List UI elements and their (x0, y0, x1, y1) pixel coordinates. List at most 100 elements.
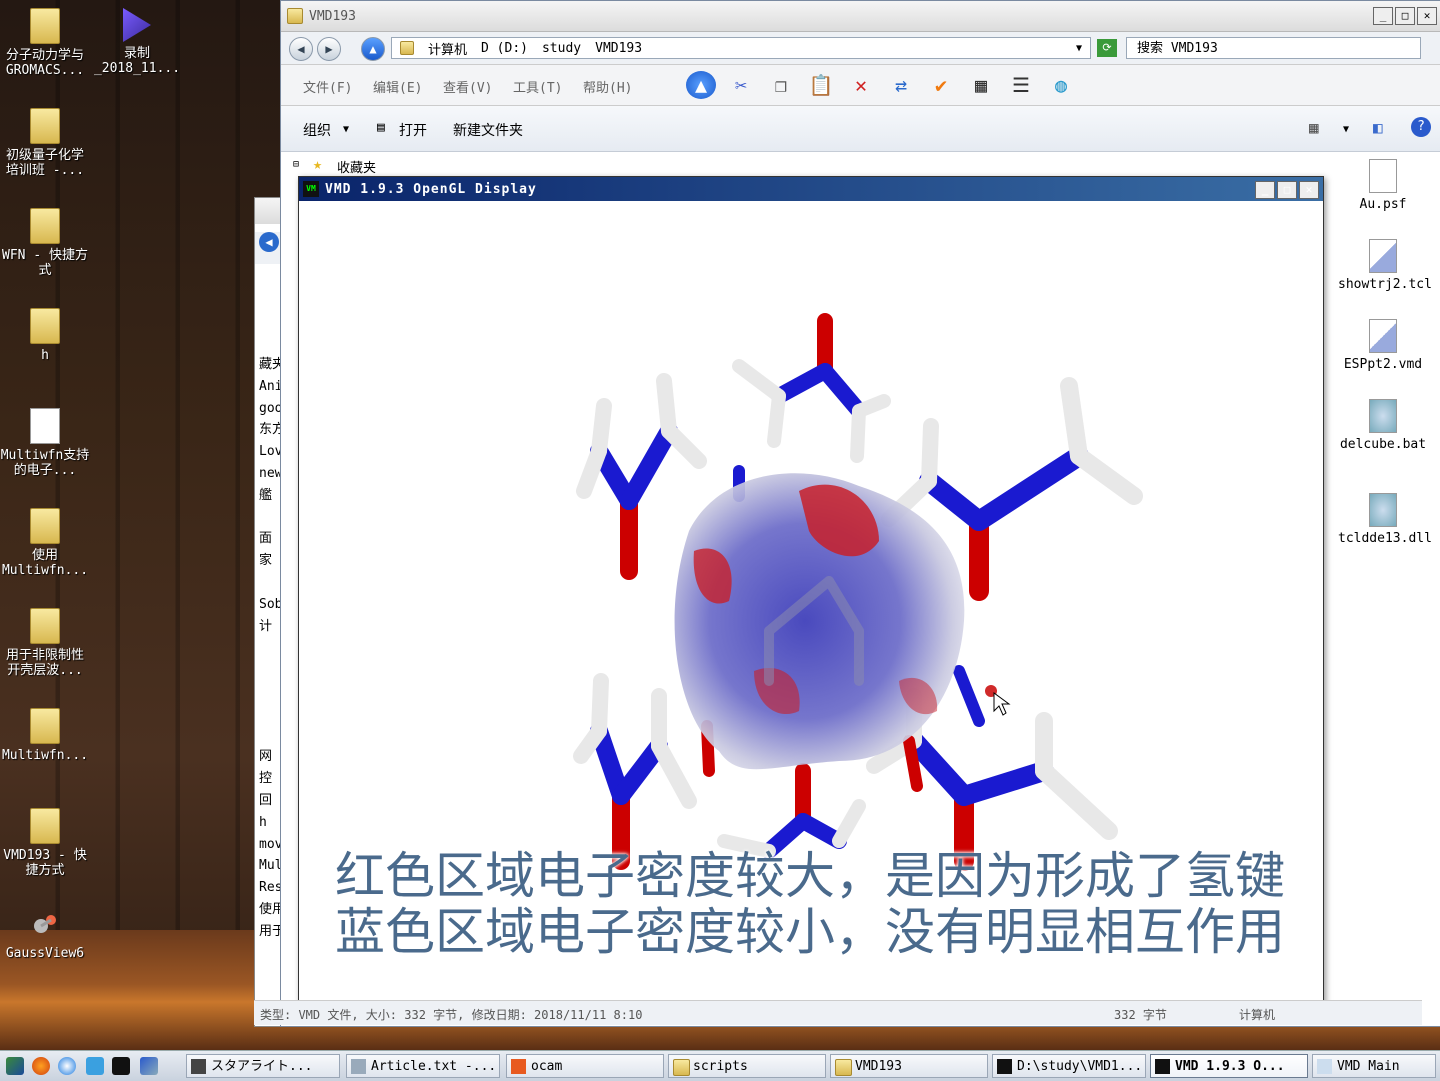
browser-icon[interactable] (58, 1057, 76, 1075)
desktop-icon-gaussview[interactable]: GaussView6 (0, 908, 90, 961)
organize-button[interactable]: 组织 (303, 120, 331, 140)
file-item[interactable]: tcldde13.dll (1338, 493, 1432, 546)
desktop-icon-h[interactable]: h (0, 308, 90, 363)
bond-co (903, 735, 923, 792)
up-icon[interactable]: ▲ (686, 71, 716, 99)
open-button[interactable]: 打开 (399, 120, 427, 140)
globe-icon[interactable]: ◍ (1046, 71, 1076, 99)
folder-icon (30, 608, 60, 644)
batch-file-gear-icon (1369, 399, 1397, 433)
menu-bar: 文件(F) 编辑(E) 查看(V) 工具(T) 帮助(H) ▲ ✂ ❐ 📋 ✕ … (281, 65, 1440, 106)
network-icon[interactable] (140, 1057, 158, 1075)
bond-nh (661, 423, 707, 469)
folder-icon (30, 8, 60, 44)
grid-view-icon[interactable]: ▦ (966, 71, 996, 99)
chevron-down-icon[interactable]: ▼ (1076, 43, 1082, 54)
notepad-icon (351, 1059, 366, 1074)
bond-nh (852, 394, 891, 418)
close-button[interactable]: ✕ (1417, 7, 1437, 25)
file-item[interactable]: showtrj2.tcl (1338, 239, 1432, 292)
task-vmd193[interactable]: VMD193 (830, 1054, 988, 1078)
sync-icon[interactable]: ⇄ (886, 71, 916, 99)
desktop-icon-wfn[interactable]: WFN - 快捷方式 (0, 208, 90, 278)
forward-button[interactable]: ▶ (317, 37, 341, 61)
vmd-quicklaunch-icon[interactable] (112, 1057, 130, 1075)
task-vmd-main[interactable]: VMD Main (1312, 1054, 1436, 1078)
show-desktop-icon[interactable] (6, 1057, 24, 1075)
vmd-titlebar[interactable]: VM VMD 1.9.3 OpenGL Display _ □ ✕ (299, 177, 1323, 201)
breadcrumb-computer[interactable]: 计算机 (428, 39, 467, 58)
menu-tools[interactable]: 工具(T) (513, 77, 562, 96)
bond-cn (954, 761, 1054, 806)
desktop-icon-recording[interactable]: 录制_2018_11... (92, 8, 182, 76)
desktop-icon-multiwfn-doc[interactable]: Multiwfn支持的电子... (0, 408, 90, 478)
toolbar-icons: ▲ ✂ ❐ 📋 ✕ ⇄ ✔ ▦ ☰ ◍ (686, 71, 1076, 99)
new-folder-button[interactable]: 新建文件夹 (453, 120, 523, 140)
task-scripts[interactable]: scripts (668, 1054, 826, 1078)
refresh-icon[interactable]: ⟳ (1097, 39, 1117, 57)
preview-pane-icon[interactable]: ◧ (1373, 118, 1383, 137)
paste-icon[interactable]: 📋 (806, 71, 836, 99)
minimize-button[interactable]: _ (1373, 7, 1393, 25)
open-file-icon: ▤ (377, 120, 385, 135)
file-item[interactable]: Au.psf (1338, 159, 1428, 212)
cut-icon[interactable]: ✂ (726, 71, 756, 99)
folder-icon (30, 508, 60, 544)
bond-nh (573, 723, 607, 764)
bond-cn (919, 471, 989, 531)
menu-edit[interactable]: 编辑(E) (373, 77, 422, 96)
bond-nh (921, 418, 939, 489)
breadcrumb-study[interactable]: study (542, 41, 581, 56)
task-ocam[interactable]: ocam (506, 1054, 664, 1078)
breadcrumb-vmd193[interactable]: VMD193 (595, 41, 642, 56)
search-input[interactable]: 搜索 VMD193 (1126, 37, 1421, 59)
folder-icon (30, 308, 60, 344)
collapse-icon[interactable]: ⊟ (293, 159, 299, 170)
task-vmd-console[interactable]: D:\study\VMD1... (992, 1054, 1146, 1078)
back-arrow-icon[interactable]: ◀ (259, 232, 279, 252)
desktop-icon-qc-course[interactable]: 初级量子化学培训班 -... (0, 108, 90, 178)
firefox-icon[interactable] (32, 1057, 50, 1075)
chevron-down-icon[interactable]: ▼ (343, 124, 349, 135)
desktop-icon-gromacs[interactable]: 分子动力学与GROMACS... (0, 8, 90, 78)
maximize-button[interactable]: □ (1277, 181, 1297, 199)
back-button[interactable]: ◀ (289, 37, 313, 61)
delete-icon[interactable]: ✕ (846, 71, 876, 99)
tcl-script-icon (1369, 239, 1397, 273)
desktop-icon-vmd193[interactable]: VMD193 - 快捷方式 (0, 808, 90, 878)
task-article[interactable]: Article.txt -... (346, 1054, 500, 1078)
folder-shortcut-icon (30, 808, 60, 844)
maximize-button[interactable]: □ (1395, 7, 1415, 25)
menu-help[interactable]: 帮助(H) (583, 77, 632, 96)
copy-icon[interactable]: ❐ (766, 71, 796, 99)
list-view-icon[interactable]: ☰ (1006, 71, 1036, 99)
file-item[interactable]: delcube.bat (1338, 399, 1428, 452)
view-options-icon[interactable]: ▦ (1309, 118, 1319, 137)
up-button[interactable]: ▲ (361, 37, 385, 61)
menu-file[interactable]: 文件(F) (303, 77, 352, 96)
breadcrumb[interactable]: 计算机 D (D:) study VMD193 ▼ (391, 37, 1091, 59)
checkmark-icon[interactable]: ✔ (926, 71, 956, 99)
status-size: 332 字节 (1114, 1008, 1167, 1022)
task-vmd-display[interactable]: VMD 1.9.3 O... (1150, 1054, 1308, 1078)
bond-cn (817, 363, 867, 419)
folder-icon (835, 1059, 852, 1076)
vmd-icon (997, 1059, 1012, 1074)
help-icon[interactable]: ? (1411, 117, 1431, 137)
breadcrumb-drive[interactable]: D (D:) (481, 41, 528, 56)
minimize-button[interactable]: _ (1255, 181, 1275, 199)
address-bar-row: ◀ ▶ ▲ 计算机 D (D:) study VMD193 ▼ ⟳ 搜索 VMD… (281, 32, 1440, 65)
bond-nh (1060, 377, 1088, 465)
close-button[interactable]: ✕ (1299, 181, 1319, 199)
desktop-icon-using-multiwfn[interactable]: 使用Multiwfn... (0, 508, 90, 578)
qq-icon[interactable] (86, 1057, 104, 1075)
desktop-icon-open-shell[interactable]: 用于非限制性开壳层波... (0, 608, 90, 678)
vmd-logo-icon: VM (303, 181, 319, 197)
favorites-label[interactable]: 收藏夹 (337, 157, 376, 176)
task-stalight[interactable]: スタアライト... (186, 1054, 340, 1078)
bond-nh (732, 359, 786, 403)
menu-view[interactable]: 查看(V) (443, 77, 492, 96)
desktop-icon-multiwfn[interactable]: Multiwfn... (0, 708, 90, 763)
chevron-down-icon[interactable]: ▼ (1343, 124, 1349, 135)
file-item[interactable]: ESPpt2.vmd (1338, 319, 1428, 372)
